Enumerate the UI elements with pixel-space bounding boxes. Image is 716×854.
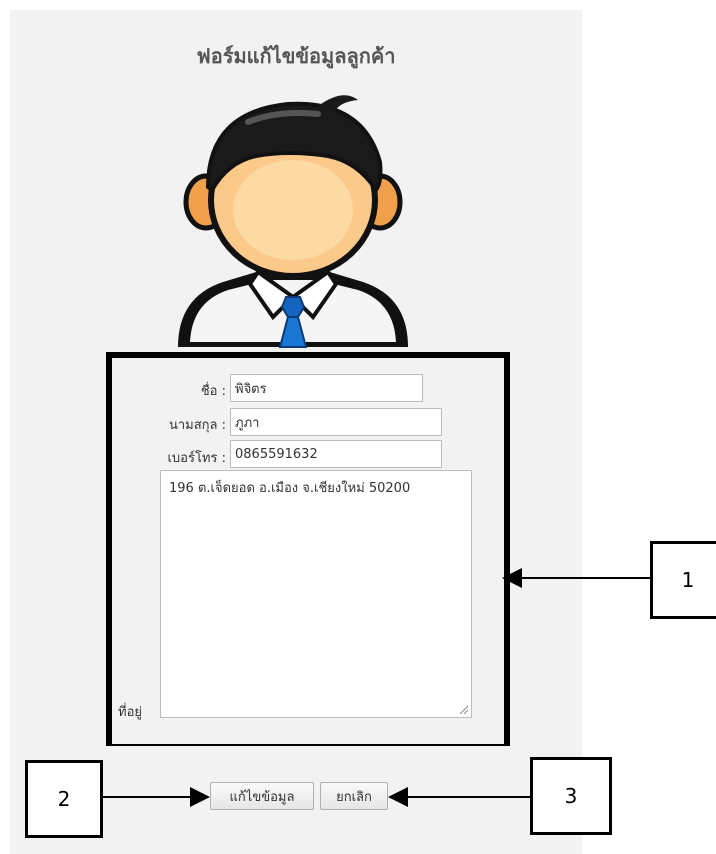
callout-3: 3 xyxy=(530,757,612,835)
callout-2: 2 xyxy=(25,760,103,838)
address-textarea[interactable]: 196 ต.เจ็ดยอด อ.เมือง จ.เชียงใหม่ 50200 xyxy=(160,470,472,718)
page-title: ฟอร์มแก้ไขข้อมูลลูกค้า xyxy=(196,44,396,68)
address-label: ที่อยู่ xyxy=(118,705,142,720)
cancel-button[interactable]: ยกเลิก xyxy=(320,782,388,810)
name-label: ชื่อ : xyxy=(200,384,226,399)
phone-input[interactable] xyxy=(230,440,442,468)
callout-1: 1 xyxy=(650,541,716,619)
phone-label: เบอร์โทร : xyxy=(167,451,226,466)
resize-grip-icon[interactable] xyxy=(458,704,468,714)
edit-button[interactable]: แก้ไขข้อมูล xyxy=(210,782,314,810)
user-avatar-icon xyxy=(178,95,408,348)
surname-label: นามสกุล : xyxy=(168,418,226,433)
name-input[interactable] xyxy=(230,374,423,402)
surname-input[interactable] xyxy=(230,408,442,436)
